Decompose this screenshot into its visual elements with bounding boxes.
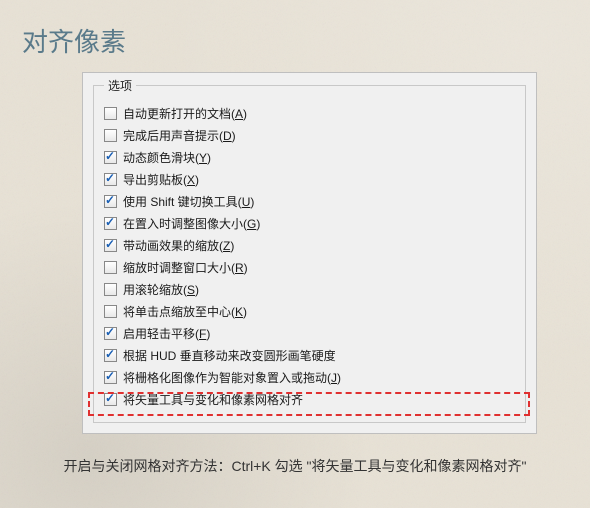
option-label-12: 将栅格化图像作为智能对象置入或拖动(J)	[123, 369, 341, 386]
checkbox-7[interactable]	[104, 261, 117, 274]
checkbox-4[interactable]	[104, 195, 117, 208]
option-row-6[interactable]: 带动画效果的缩放(Z)	[104, 234, 515, 256]
checkbox-13[interactable]	[104, 393, 117, 406]
checkbox-2[interactable]	[104, 151, 117, 164]
option-label-13: 将矢量工具与变化和像素网格对齐	[123, 391, 303, 408]
option-label-3: 导出剪贴板(X)	[123, 171, 199, 188]
option-label-10: 启用轻击平移(F)	[123, 325, 210, 342]
option-row-13[interactable]: 将矢量工具与变化和像素网格对齐	[104, 388, 515, 410]
option-label-8: 用滚轮缩放(S)	[123, 281, 199, 298]
options-legend: 选项	[104, 77, 136, 94]
checkbox-5[interactable]	[104, 217, 117, 230]
option-row-5[interactable]: 在置入时调整图像大小(G)	[104, 212, 515, 234]
option-row-0[interactable]: 自动更新打开的文档(A)	[104, 102, 515, 124]
option-row-1[interactable]: 完成后用声音提示(D)	[104, 124, 515, 146]
option-row-2[interactable]: 动态颜色滑块(Y)	[104, 146, 515, 168]
checkbox-0[interactable]	[104, 107, 117, 120]
checkbox-9[interactable]	[104, 305, 117, 318]
options-fieldset: 选项 自动更新打开的文档(A) 完成后用声音提示(D) 动态颜色滑块(Y) 导出剪贴板…	[93, 77, 526, 423]
checkbox-11[interactable]	[104, 349, 117, 362]
option-row-10[interactable]: 启用轻击平移(F)	[104, 322, 515, 344]
option-row-12[interactable]: 将栅格化图像作为智能对象置入或拖动(J)	[104, 366, 515, 388]
option-label-0: 自动更新打开的文档(A)	[123, 105, 247, 122]
option-row-4[interactable]: 使用 Shift 键切换工具(U)	[104, 190, 515, 212]
checkbox-8[interactable]	[104, 283, 117, 296]
option-label-5: 在置入时调整图像大小(G)	[123, 215, 260, 232]
option-label-4: 使用 Shift 键切换工具(U)	[123, 193, 254, 210]
option-label-1: 完成后用声音提示(D)	[123, 127, 236, 144]
checkbox-10[interactable]	[104, 327, 117, 340]
option-row-7[interactable]: 缩放时调整窗口大小(R)	[104, 256, 515, 278]
option-row-11[interactable]: 根据 HUD 垂直移动来改变圆形画笔硬度	[104, 344, 515, 366]
option-label-6: 带动画效果的缩放(Z)	[123, 237, 234, 254]
option-label-7: 缩放时调整窗口大小(R)	[123, 259, 248, 276]
option-row-9[interactable]: 将单击点缩放至中心(K)	[104, 300, 515, 322]
checkbox-6[interactable]	[104, 239, 117, 252]
checkbox-3[interactable]	[104, 173, 117, 186]
option-row-3[interactable]: 导出剪贴板(X)	[104, 168, 515, 190]
options-panel: 选项 自动更新打开的文档(A) 完成后用声音提示(D) 动态颜色滑块(Y) 导出剪贴板…	[82, 72, 537, 434]
option-label-11: 根据 HUD 垂直移动来改变圆形画笔硬度	[123, 347, 336, 364]
page-title: 对齐像素	[22, 22, 126, 59]
instruction-caption: 开启与关闭网格对齐方法：Ctrl+K 勾选 "将矢量工具与变化和像素网格对齐"	[0, 456, 590, 476]
option-label-2: 动态颜色滑块(Y)	[123, 149, 211, 166]
option-row-8[interactable]: 用滚轮缩放(S)	[104, 278, 515, 300]
option-label-9: 将单击点缩放至中心(K)	[123, 303, 247, 320]
checkbox-12[interactable]	[104, 371, 117, 384]
checkbox-1[interactable]	[104, 129, 117, 142]
